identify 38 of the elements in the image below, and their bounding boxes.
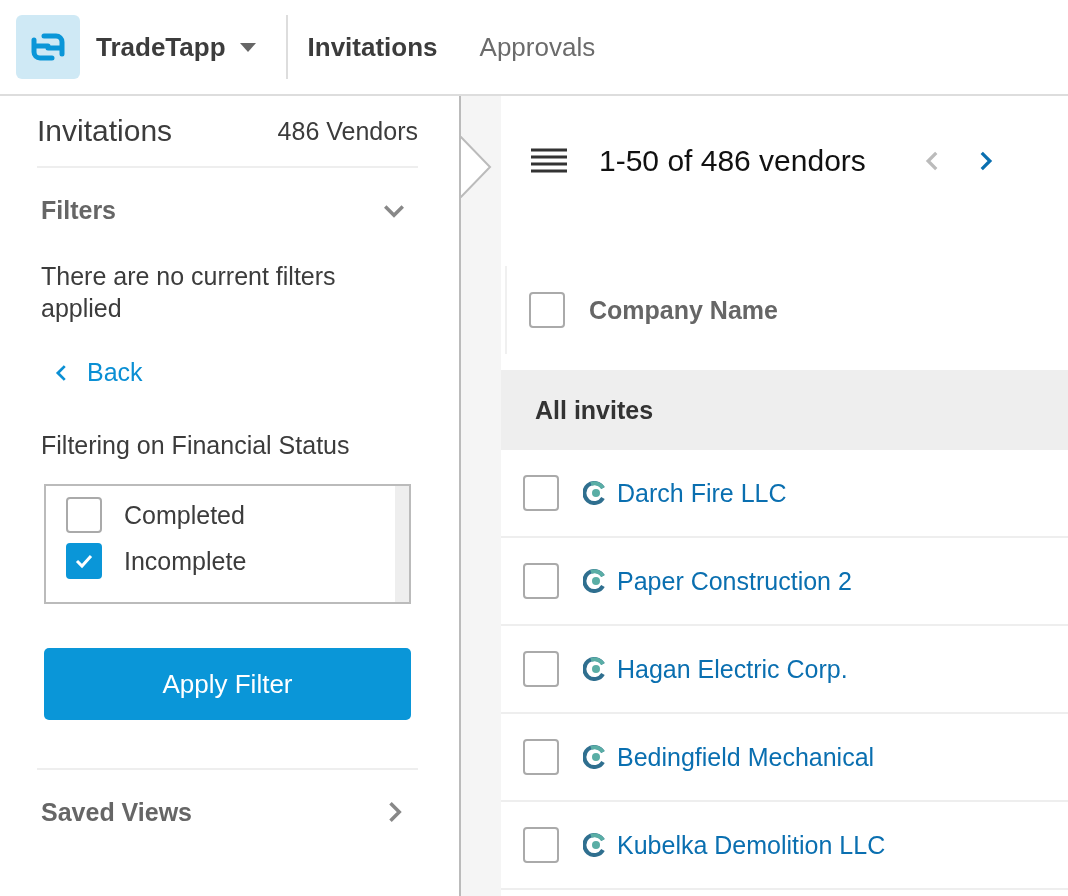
- checkbox[interactable]: [529, 292, 565, 328]
- apply-filter-button[interactable]: Apply Filter: [44, 648, 411, 720]
- nav-tab[interactable]: Invitations: [307, 23, 438, 71]
- company-link[interactable]: Paper Construction 2: [617, 566, 852, 596]
- section-label: Saved Views: [41, 797, 193, 827]
- checkbox[interactable]: [66, 497, 102, 533]
- caret-icon[interactable]: [239, 42, 256, 52]
- status-icon: [583, 569, 607, 593]
- checkbox[interactable]: [523, 827, 559, 863]
- section-label: Filters: [41, 195, 117, 225]
- option-label: Completed: [124, 500, 245, 530]
- column-header[interactable]: Company Name: [589, 295, 778, 325]
- app-name[interactable]: TradeTapp: [96, 31, 226, 63]
- nav-tab[interactable]: Approvals: [479, 23, 596, 71]
- status-icon: [583, 657, 607, 681]
- company-link[interactable]: Darch Fire LLC: [617, 478, 787, 508]
- option-label: Incomplete: [124, 546, 247, 576]
- status-icon: [583, 833, 607, 857]
- status-icon: [583, 745, 607, 769]
- status-icon: [583, 481, 607, 505]
- group-header: All invites: [501, 370, 1068, 450]
- panel-title: Invitations: [37, 114, 173, 148]
- vendor-count: 486 Vendors: [277, 116, 418, 146]
- company-link[interactable]: Hagan Electric Corp.: [617, 654, 848, 684]
- checkbox[interactable]: [66, 543, 102, 579]
- checkbox[interactable]: [523, 651, 559, 687]
- checkbox[interactable]: [523, 475, 559, 511]
- filter-heading: Filtering on Financial Status: [41, 431, 351, 460]
- company-link[interactable]: Bedingfield Mechanical: [617, 742, 875, 772]
- company-link[interactable]: Kubelka Demolition LLC: [617, 830, 886, 860]
- page-range: 1-50 of 486 vendors: [599, 144, 866, 178]
- checkbox[interactable]: [523, 739, 559, 775]
- list-icon[interactable]: [531, 148, 567, 174]
- empty-filters-message: There are no current filters applied: [41, 261, 337, 324]
- back-link[interactable]: Back: [51, 354, 143, 391]
- checkbox[interactable]: [523, 563, 559, 599]
- app-logo[interactable]: [16, 15, 80, 79]
- scrollbar[interactable]: [395, 486, 409, 602]
